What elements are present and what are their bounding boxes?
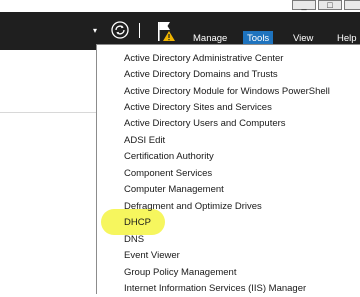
- menu-item-dhcp[interactable]: DHCP: [124, 215, 151, 231]
- menu-item-ad-users-computers[interactable]: Active Directory Users and Computers: [124, 116, 286, 132]
- menu-item-component-services[interactable]: Component Services: [124, 166, 212, 182]
- navigation-dropdown-icon[interactable]: ▾: [93, 26, 97, 35]
- left-pane-divider: [0, 112, 96, 113]
- menu-item-certification-authority[interactable]: Certification Authority: [124, 149, 214, 165]
- menu-item-defragment-drives[interactable]: Defragment and Optimize Drives: [124, 199, 262, 215]
- notifications-flag-icon[interactable]: [155, 20, 179, 42]
- minimize-button[interactable]: _: [292, 0, 316, 10]
- title-bar: _ □: [0, 0, 360, 12]
- tools-dropdown-menu: Active Directory Administrative Center A…: [96, 44, 360, 294]
- menu-item-iis-manager[interactable]: Internet Information Services (IIS) Mana…: [124, 281, 306, 297]
- toolbar-separator: [139, 23, 140, 38]
- menu-item-dns[interactable]: DNS: [124, 232, 144, 248]
- menu-item-group-policy-management[interactable]: Group Policy Management: [124, 265, 236, 281]
- menu-item-computer-management[interactable]: Computer Management: [124, 182, 224, 198]
- refresh-icon[interactable]: [110, 20, 130, 40]
- menu-item-ad-admin-center[interactable]: Active Directory Administrative Center: [124, 51, 283, 67]
- menu-item-ad-domains-trusts[interactable]: Active Directory Domains and Trusts: [124, 67, 278, 83]
- menu-item-event-viewer[interactable]: Event Viewer: [124, 248, 180, 264]
- menu-item-adsi-edit[interactable]: ADSI Edit: [124, 133, 165, 149]
- menu-item-ad-powershell-module[interactable]: Active Directory Module for Windows Powe…: [124, 84, 330, 100]
- close-button-partial[interactable]: [344, 0, 360, 10]
- maximize-button[interactable]: □: [318, 0, 342, 10]
- menu-item-ad-sites-services[interactable]: Active Directory Sites and Services: [124, 100, 272, 116]
